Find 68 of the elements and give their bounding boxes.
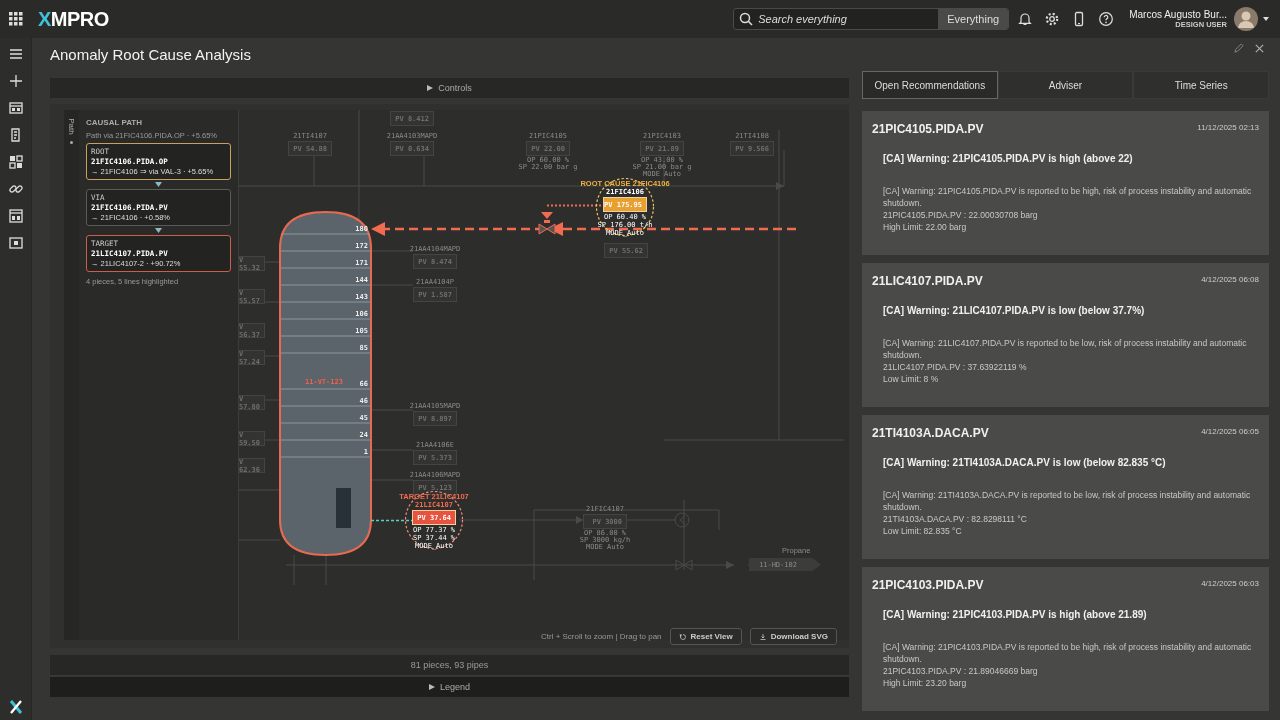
download-svg-button[interactable]: Download SVG	[749, 628, 837, 645]
card-title: 21PIC4103.PIDA.PV	[872, 578, 984, 592]
stats-text: 81 pieces, 93 pipes	[50, 655, 849, 676]
plus-icon[interactable]	[7, 73, 24, 89]
detail-text: 21TI4103A.DACA.PV : 82.8298111 °C	[883, 513, 1028, 525]
detail-text: Low Limit: 82.835 °C	[883, 525, 963, 537]
path-tab-label: Path	[67, 118, 76, 135]
warning-text: [CA] Warning: 21PIC4105.PIDA.PV is high (above 22)	[883, 153, 1134, 164]
warning-text: [CA] Warning: 21LIC4107.PIDA.PV is low (below 37.7%)	[883, 305, 1146, 316]
description-text: [CA] Warning: 21TI4103A.DACA.PV is reported to be low, risk of process instability and automatic shutdown.	[883, 489, 1252, 513]
triangle-icon	[427, 85, 434, 91]
description-text: [CA] Warning: 21LIC4107.PIDA.PV is reported to be low, risk of process instability and automatic shutdown.	[883, 337, 1248, 361]
valve-icon	[538, 212, 556, 236]
zoom-hint: Ctrl + Scroll to zoom | Drag to pan	[540, 632, 662, 641]
reset-view-button[interactable]: Reset View	[669, 628, 742, 645]
signal-line	[371, 519, 412, 522]
panel-heading: CAUSAL PATH	[86, 118, 143, 127]
scope-dropdown[interactable]: Everything	[938, 9, 1009, 29]
detail-text: 21LIC4107.PIDA.PV : 37.63922119 %	[883, 361, 1028, 373]
tab[interactable]: Time Series	[1133, 71, 1269, 99]
dot-icon	[70, 141, 73, 144]
dashboard-icon[interactable]	[7, 100, 24, 116]
description-text: [CA] Warning: 21PIC4105.PIDA.PV is reported to be high, risk of process instability and automatic shutdown.	[883, 185, 1253, 209]
panel-icon[interactable]	[7, 235, 24, 251]
menu-icon[interactable]	[7, 46, 24, 62]
detail-text: High Limit: 23.20 barg	[883, 677, 968, 689]
card-time: 4/12/2025 06:05	[1201, 427, 1259, 436]
detail-text: 21PIC4103.PIDA.PV : 21.89046669 barg	[883, 665, 1039, 677]
controls-label: Controls	[438, 83, 472, 93]
description-text: [CA] Warning: 21PIC4103.PIDA.PV is reported to be high, risk of process instability and automatic shutdown.	[883, 641, 1253, 665]
legend-label: Legend	[439, 682, 470, 692]
logo-icon	[8, 700, 23, 714]
tab[interactable]: Adviser	[997, 71, 1134, 99]
card-title: 21TI4103A.DACA.PV	[872, 426, 989, 440]
caret-icon[interactable]	[1262, 15, 1270, 23]
help-icon[interactable]	[1098, 11, 1115, 27]
warning-text: [CA] Warning: 21TI4103A.DACA.PV is low (below 82.835 °C)	[883, 457, 1167, 468]
detail-text: 21PIC4105.PIDA.PV : 22.00030708 barg	[883, 209, 1039, 221]
avatar-icon[interactable]	[1234, 7, 1258, 31]
settings-icon[interactable]	[1044, 11, 1061, 27]
down-arrow-icon	[155, 228, 162, 233]
search-icon	[738, 11, 755, 27]
bell-icon[interactable]	[1017, 11, 1034, 27]
pencil-icon[interactable]	[1233, 43, 1244, 54]
brand-logo: XMPRO	[38, 7, 109, 31]
user-name: Marcos Augusto Bur...	[1129, 9, 1227, 20]
detail-text: High Limit: 22.00 barg	[883, 221, 968, 233]
page-title: Anomaly Root Cause Analysis	[50, 46, 251, 63]
layout-icon[interactable]	[7, 208, 24, 224]
detail-text: Low Limit: 8 %	[883, 373, 940, 385]
card-time: 4/12/2025 06:08	[1201, 275, 1259, 284]
card-title: 21LIC4107.PIDA.PV	[872, 274, 983, 288]
tiles-icon[interactable]	[7, 154, 24, 170]
apps-grid-icon[interactable]	[9, 12, 23, 26]
warning-text: [CA] Warning: 21PIC4103.PIDA.PV is high (above 21.89)	[883, 609, 1148, 620]
card-time: 11/12/2025 02:13	[1197, 123, 1259, 132]
down-arrow-icon	[155, 182, 162, 187]
triangle-icon	[428, 684, 435, 690]
download-icon	[758, 632, 767, 641]
tab[interactable]: Open Recommendations	[862, 71, 998, 99]
reset-icon	[678, 632, 687, 641]
card-time: 4/12/2025 06:03	[1201, 579, 1259, 588]
search-field[interactable]: Search everything Everything	[733, 8, 1010, 30]
legend-bar[interactable]: Legend	[50, 677, 849, 697]
controls-bar[interactable]: Controls	[50, 78, 849, 98]
card-title: 21PIC4105.PIDA.PV	[872, 122, 984, 136]
close-icon[interactable]	[1254, 43, 1265, 54]
path-tab[interactable]: Path	[64, 110, 79, 640]
